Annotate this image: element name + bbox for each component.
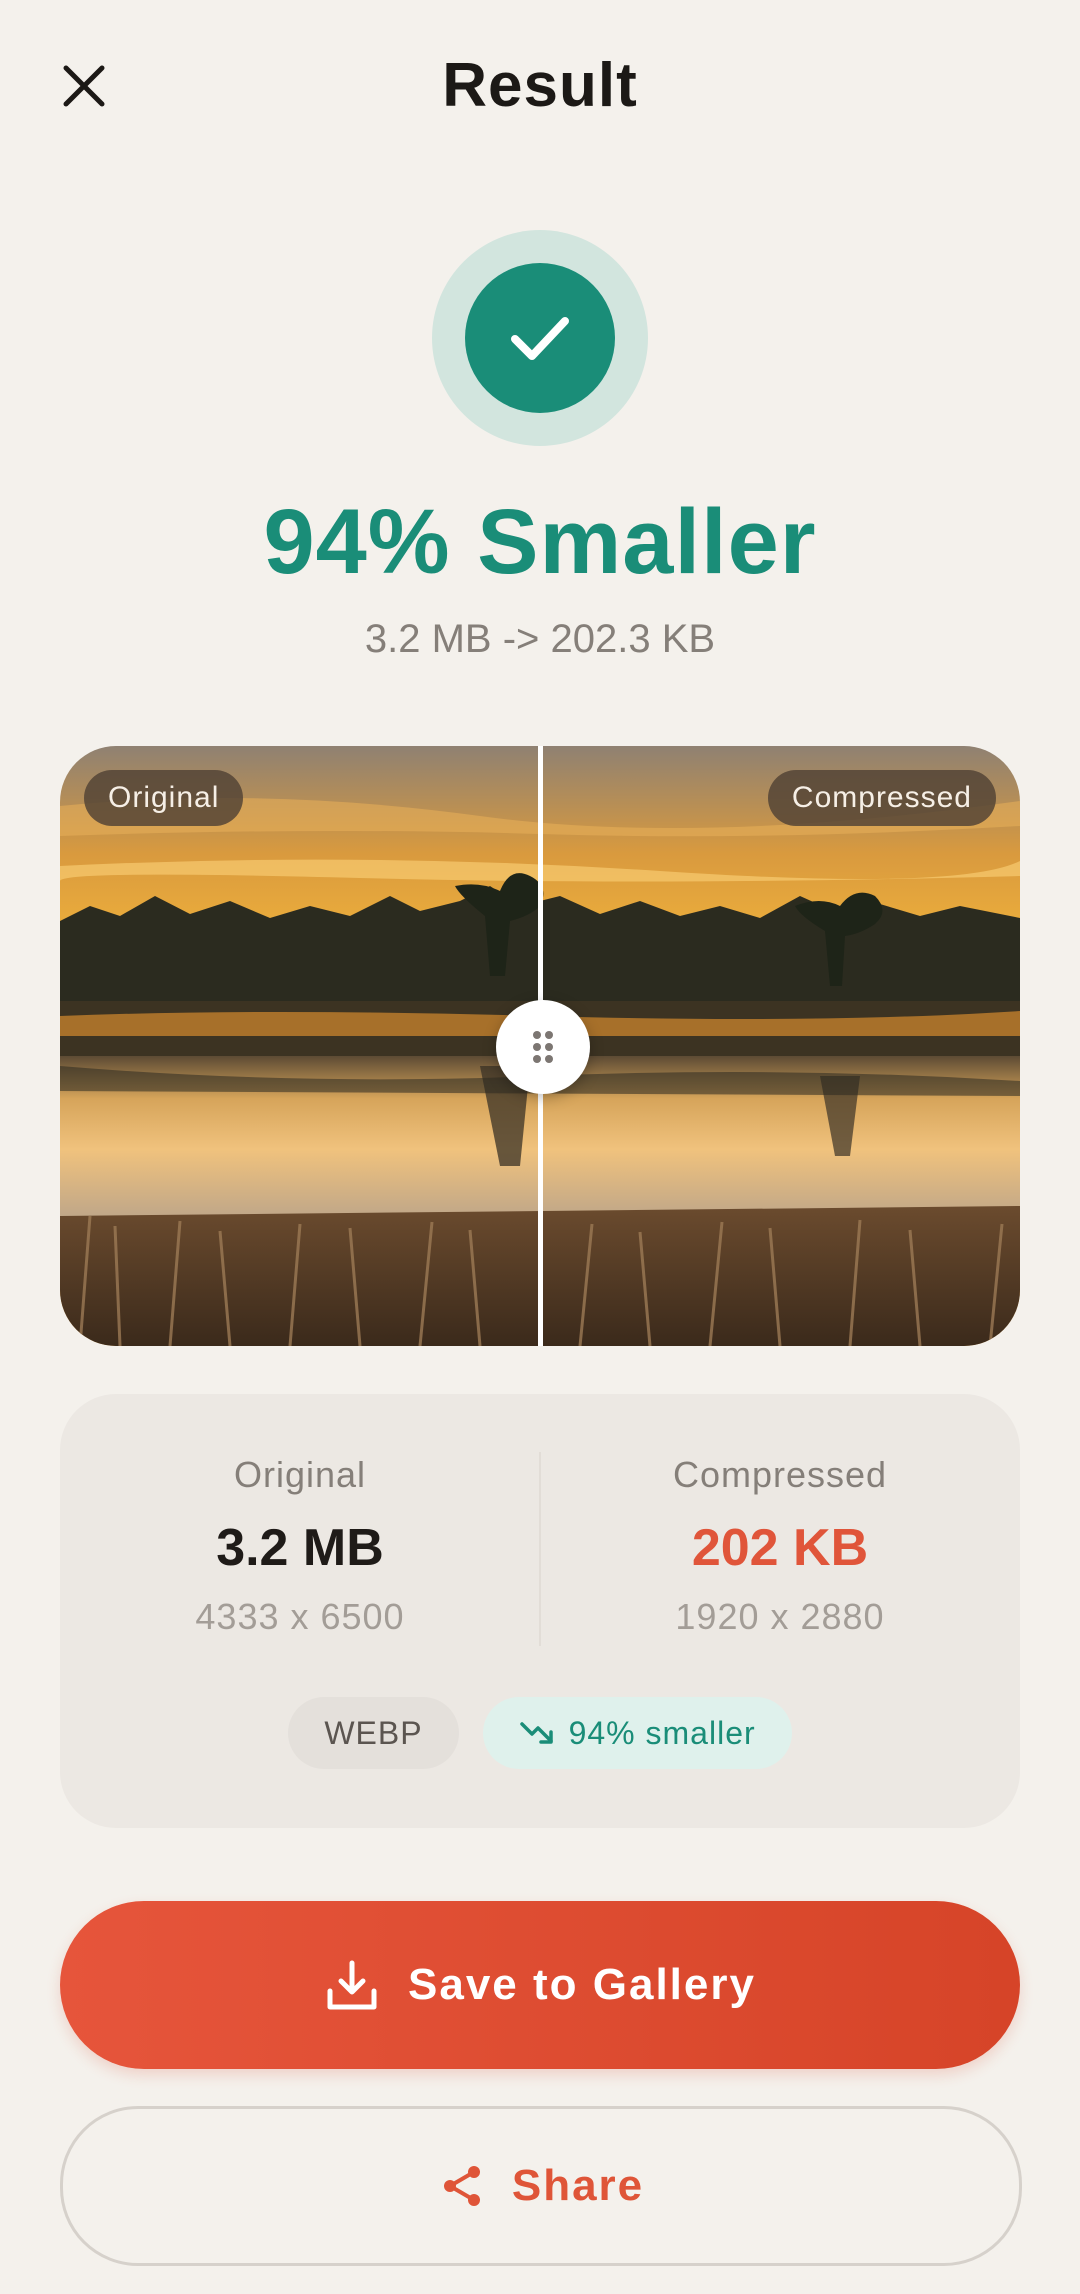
original-label: Original <box>233 1454 367 1495</box>
compressed-size: 202 KB <box>691 1519 869 1577</box>
savings-chip-label: 94% smaller <box>568 1714 756 1751</box>
original-dimensions: 4333 x 6500 <box>195 1596 405 1637</box>
download-icon <box>327 1960 377 2010</box>
chip-row: WEBP 94% smaller <box>60 1697 1020 1769</box>
format-chip: WEBP <box>288 1697 459 1769</box>
trending-down-icon <box>519 1722 553 1744</box>
original-image-tag: Original <box>84 770 244 826</box>
check-icon <box>511 317 569 360</box>
format-chip-label: WEBP <box>324 1714 423 1751</box>
original-size: 3.2 MB <box>216 1519 384 1577</box>
before-after-comparison[interactable]: Original Compressed <box>60 746 1020 1346</box>
compressed-dimensions: 1920 x 2880 <box>675 1596 885 1637</box>
original-stats: Original 3.2 MB 4333 x 6500 <box>60 1454 540 1638</box>
size-change-summary: 3.2 MB -> 202.3 KB <box>364 617 716 661</box>
success-badge <box>432 230 648 446</box>
savings-chip: 94% smaller <box>482 1697 792 1769</box>
comparison-slider-handle[interactable] <box>496 1000 590 1094</box>
page-title: Result <box>442 51 638 120</box>
compressed-label: Compressed <box>672 1454 888 1495</box>
share-icon <box>443 2166 480 2206</box>
reduction-headline: 94% Smaller <box>263 491 817 593</box>
share-button[interactable]: Share <box>60 2106 1022 2266</box>
compressed-image-tag: Compressed <box>767 770 996 826</box>
top-bar: Result <box>0 0 1080 175</box>
share-button-label: Share <box>511 2161 645 2210</box>
compressed-stats: Compressed 202 KB 1920 x 2880 <box>540 1454 1020 1638</box>
stats-card: Original 3.2 MB 4333 x 6500 Compressed 2… <box>60 1394 1020 1828</box>
save-button-label: Save to Gallery <box>408 1960 756 2009</box>
drag-handle-icon <box>533 1031 553 1063</box>
save-to-gallery-button[interactable]: Save to Gallery <box>60 1901 1020 2069</box>
